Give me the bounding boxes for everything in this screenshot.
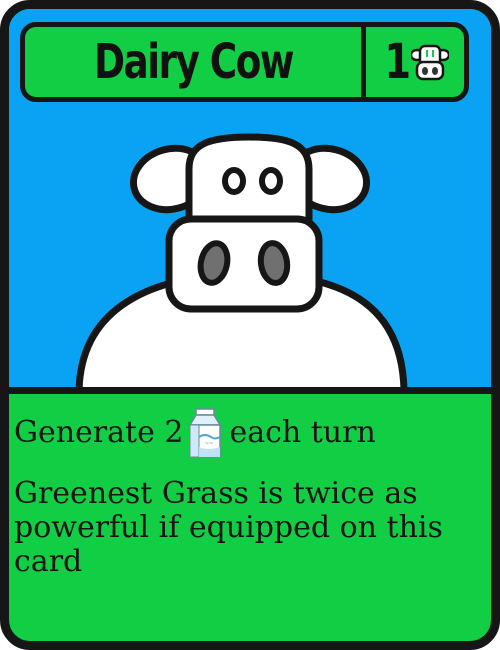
generate-suffix: each turn [229,415,376,450]
cow-face-icon [410,44,449,81]
art-text-divider [9,387,491,394]
card-ability-text: Greenest Grass is twice as powerful if e… [14,476,443,579]
generate-ability: Generate 2 ~~ each turn [14,407,484,459]
milk-carton-icon: ~~ [189,408,222,458]
card-title: Dairy Cow [93,34,294,90]
cost-value: 1 [384,34,412,90]
card-title-box: Dairy Cow [20,22,366,102]
cost-box: 1 [361,22,469,102]
generate-text: Generate 2 [14,415,184,450]
svg-text:~~: ~~ [205,441,213,447]
dairy-cow-card[interactable]: Dairy Cow 1 Generate 2 ~~ each turn Gree [0,0,500,650]
